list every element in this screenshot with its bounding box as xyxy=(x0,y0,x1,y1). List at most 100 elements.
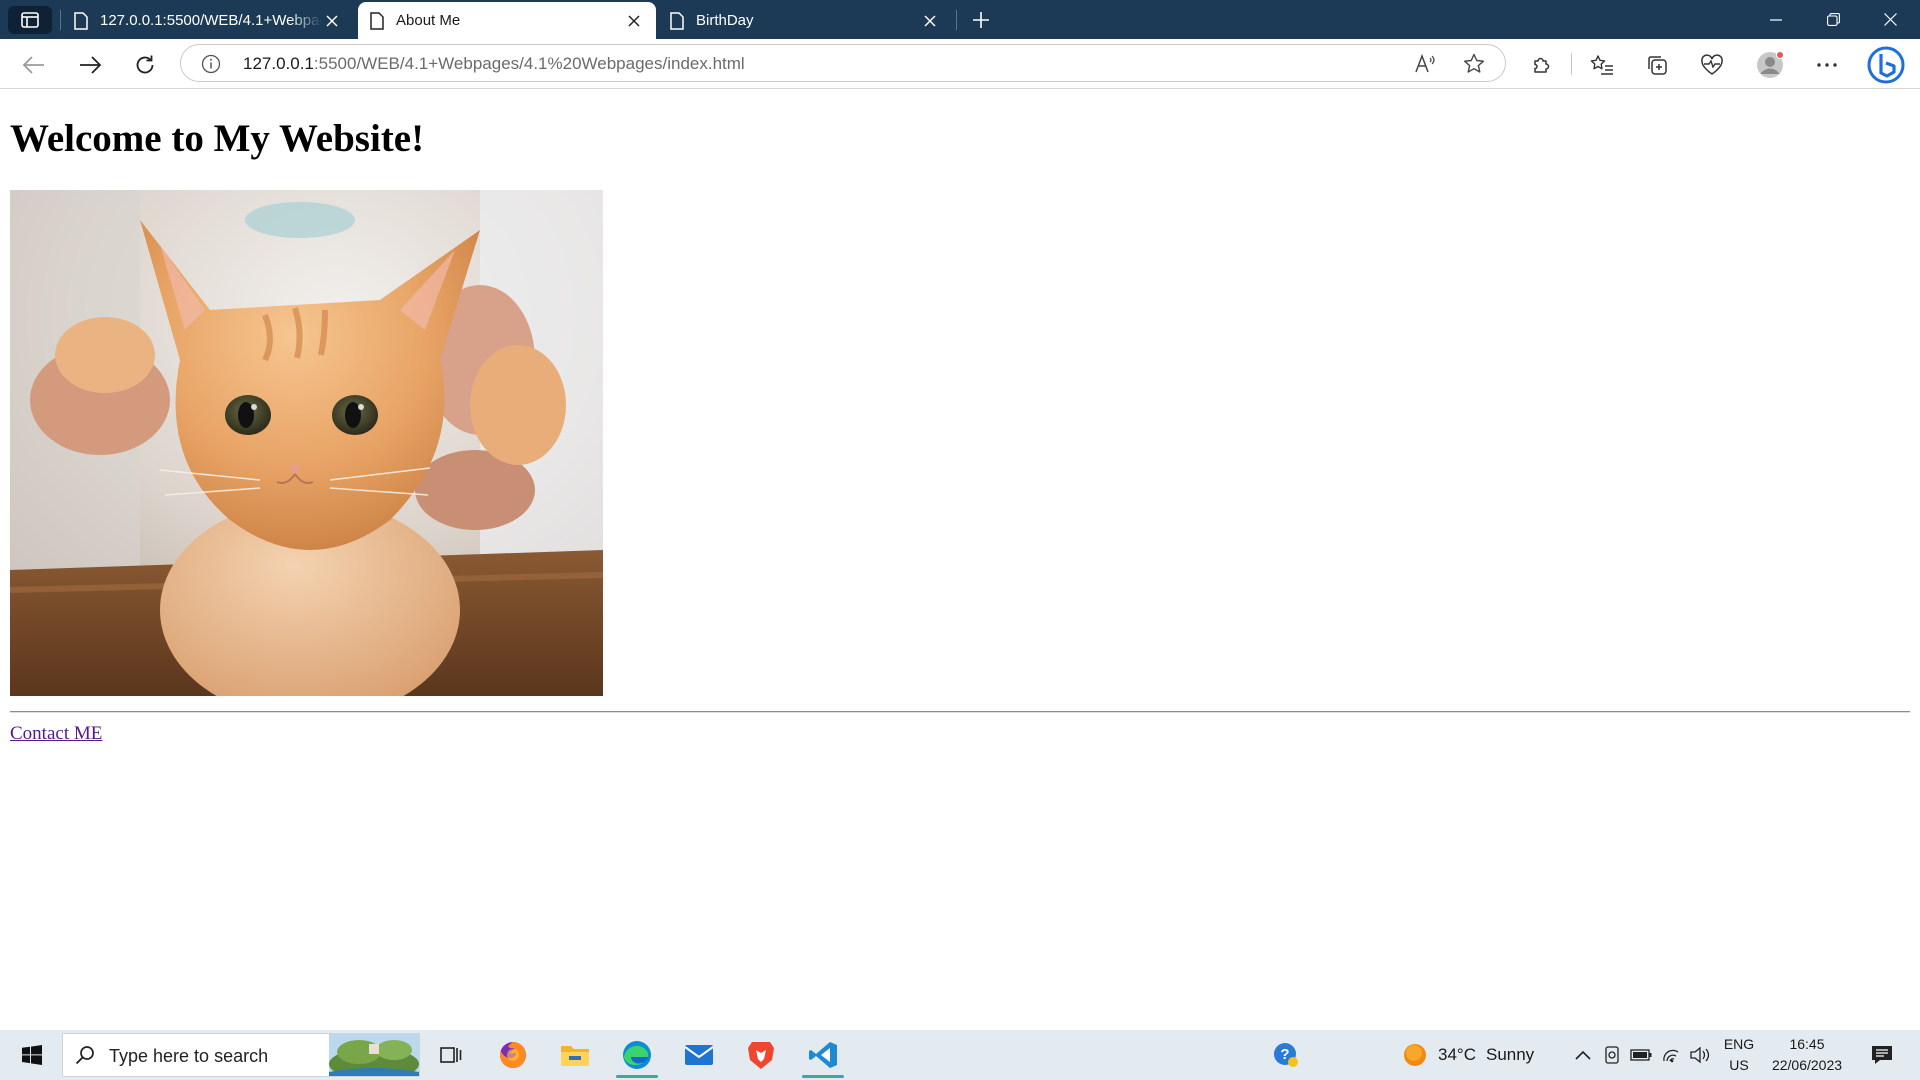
url-text[interactable]: 127.0.0.1:5500/WEB/4.1+Webpages/4.1%20We… xyxy=(243,54,745,74)
network-tray-button[interactable] xyxy=(1658,1030,1686,1080)
profile-button[interactable] xyxy=(1752,47,1788,83)
windows-taskbar: Type here to search ? 34°C Sunny ENG US … xyxy=(0,1030,1920,1080)
weather-widget[interactable]: 34°C Sunny xyxy=(1402,1030,1562,1080)
bing-icon xyxy=(1867,46,1905,84)
taskbar-file-explorer[interactable] xyxy=(550,1030,600,1080)
mail-icon xyxy=(684,1045,714,1065)
url-host: 127.0.0.1 xyxy=(243,54,314,73)
favorites-button[interactable] xyxy=(1584,47,1620,83)
arrow-left-icon xyxy=(23,56,44,74)
file-explorer-icon xyxy=(561,1046,589,1066)
browser-essentials-button[interactable] xyxy=(1694,47,1730,83)
keyboard-layout: US xyxy=(1729,1057,1749,1073)
search-icon xyxy=(75,1045,95,1070)
web-page-content: Welcome to My Website! Contact ME xyxy=(0,90,1920,1030)
address-bar[interactable]: 127.0.0.1:5500/WEB/4.1+Webpages/4.1%20We… xyxy=(180,44,1506,82)
url-path: :5500/WEB/4.1+Webpages/4.1%20Webpages/in… xyxy=(313,54,745,73)
close-tab-icon[interactable] xyxy=(920,11,940,31)
browser-toolbar: 127.0.0.1:5500/WEB/4.1+Webpages/4.1%20We… xyxy=(0,39,1920,89)
close-window-button[interactable] xyxy=(1862,0,1918,39)
tab-separator xyxy=(60,10,61,30)
minimize-button[interactable] xyxy=(1748,0,1804,39)
arrow-right-icon xyxy=(80,56,101,74)
tab-title: About Me xyxy=(396,12,461,29)
weather-condition: Sunny xyxy=(1485,1045,1535,1064)
page-icon xyxy=(670,11,684,30)
tab-separator xyxy=(956,10,957,30)
page-heading: Welcome to My Website! xyxy=(10,117,425,160)
collections-button[interactable] xyxy=(1639,47,1675,83)
svg-text:?: ? xyxy=(1280,1046,1289,1063)
favorite-star-icon[interactable] xyxy=(1463,53,1485,75)
tab-about-me[interactable]: About Me xyxy=(358,2,656,39)
vscode-icon xyxy=(809,1042,837,1068)
tab-actions-icon xyxy=(21,12,39,28)
taskbar-vscode[interactable] xyxy=(798,1030,848,1080)
camera-icon xyxy=(1605,1046,1619,1064)
meet-now-tray-button[interactable] xyxy=(1598,1030,1626,1080)
avatar-icon xyxy=(1757,51,1784,78)
restore-button[interactable] xyxy=(1805,0,1861,39)
extensions-button[interactable] xyxy=(1524,47,1560,83)
site-info-icon[interactable] xyxy=(201,54,221,79)
tab-birthday[interactable]: BirthDay xyxy=(658,2,952,39)
tab-actions-menu-button[interactable] xyxy=(8,6,52,34)
minimize-icon xyxy=(1770,18,1782,21)
speaker-icon xyxy=(1690,1046,1710,1064)
close-icon xyxy=(1883,13,1897,26)
restore-icon xyxy=(1826,13,1840,26)
battery-icon xyxy=(1630,1049,1652,1061)
toolbar-divider xyxy=(1571,53,1572,75)
show-hidden-icons-button[interactable] xyxy=(1568,1030,1598,1080)
horizontal-rule xyxy=(10,711,1910,713)
more-dots-icon xyxy=(1817,63,1837,67)
bing-copilot-button[interactable] xyxy=(1864,43,1908,87)
back-button[interactable] xyxy=(16,47,52,83)
notification-center-button[interactable] xyxy=(1862,1030,1902,1080)
new-tab-button[interactable] xyxy=(965,6,997,34)
taskbar-mail[interactable] xyxy=(674,1030,724,1080)
notifications-icon xyxy=(1872,1046,1892,1064)
close-tab-icon[interactable] xyxy=(322,11,342,31)
task-view-button[interactable] xyxy=(426,1030,476,1080)
favorites-list-icon xyxy=(1590,55,1613,75)
sun-icon xyxy=(1404,1044,1426,1066)
clock[interactable]: 16:45 22/06/2023 xyxy=(1762,1034,1852,1076)
weather-temperature: 34°C xyxy=(1438,1045,1476,1064)
language-indicator[interactable]: ENG US xyxy=(1718,1034,1760,1076)
start-button[interactable] xyxy=(8,1030,56,1080)
kitten-photo xyxy=(10,190,603,696)
help-tray-button[interactable]: ? xyxy=(1268,1030,1304,1080)
page-icon xyxy=(370,11,384,30)
page-icon xyxy=(74,11,88,30)
heart-pulse-icon xyxy=(1701,54,1723,75)
taskbar-firefox[interactable] xyxy=(488,1030,538,1080)
volume-tray-button[interactable] xyxy=(1686,1030,1714,1080)
language-code: ENG xyxy=(1723,1036,1755,1052)
forward-button[interactable] xyxy=(72,47,108,83)
windows-logo-icon xyxy=(22,1045,42,1065)
search-highlight-image xyxy=(329,1034,419,1076)
refresh-button[interactable] xyxy=(127,47,163,83)
task-view-icon xyxy=(440,1047,462,1063)
edge-icon xyxy=(623,1041,651,1069)
close-tab-icon[interactable] xyxy=(624,11,644,31)
tab-title: BirthDay xyxy=(696,12,754,29)
taskbar-edge[interactable] xyxy=(612,1030,662,1080)
taskbar-brave[interactable] xyxy=(736,1030,786,1080)
read-aloud-icon[interactable] xyxy=(1414,53,1436,75)
puzzle-icon xyxy=(1534,57,1550,73)
battery-tray-button[interactable] xyxy=(1626,1030,1656,1080)
plus-icon xyxy=(973,12,989,28)
clock-time: 16:45 xyxy=(1789,1036,1825,1052)
brave-icon xyxy=(748,1042,774,1069)
search-placeholder: Type here to search xyxy=(109,1046,269,1066)
firefox-icon xyxy=(500,1042,527,1068)
contact-me-link[interactable]: Contact ME xyxy=(10,723,102,745)
help-icon: ? xyxy=(1274,1043,1298,1067)
collections-icon xyxy=(1648,56,1667,75)
tab-localhost[interactable]: 127.0.0.1:5500/WEB/4.1+Webpages xyxy=(62,2,354,39)
settings-more-button[interactable] xyxy=(1809,47,1845,83)
clock-date: 22/06/2023 xyxy=(1771,1057,1843,1073)
taskbar-search-box[interactable]: Type here to search xyxy=(62,1033,420,1077)
